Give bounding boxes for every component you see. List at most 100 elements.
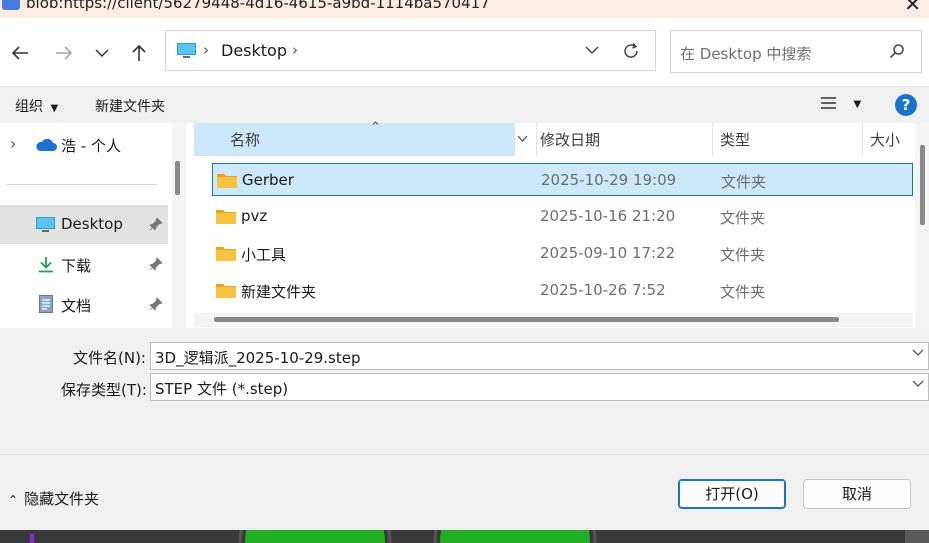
file-row-pvz[interactable]: pvz 2025-10-16 21:20 文件夹 [212, 200, 913, 233]
cancel-button[interactable]: 取消 [803, 479, 911, 509]
navigation-scrollbar[interactable] [172, 123, 186, 328]
search-icon[interactable] [889, 43, 905, 59]
sidebar-item-downloads[interactable]: 下载 [0, 245, 168, 284]
dropdown-arrow-icon: ▼ [50, 103, 59, 114]
download-arrow-icon [39, 257, 53, 273]
column-header-row: ⌃ 名称 修改日期 类型 大小 [194, 120, 913, 156]
file-list: ⌃ 名称 修改日期 类型 大小 Gerber 2025-10-29 19:09 … [186, 120, 929, 328]
scrollbar-thumb[interactable] [920, 145, 925, 225]
chevron-right-icon: › [203, 41, 209, 59]
hide-folders-toggle[interactable]: ⌃ 隐藏文件夹 [8, 488, 99, 509]
chevron-right-icon[interactable]: › [292, 41, 298, 59]
forward-button[interactable] [51, 40, 77, 66]
desktop-icon [36, 217, 55, 232]
column-header-type[interactable]: 类型 [720, 123, 750, 156]
divider [6, 184, 157, 185]
file-row-tools[interactable]: 小工具 2025-09-10 17:22 文件夹 [212, 237, 913, 270]
hide-folders-label: 隐藏文件夹 [24, 490, 100, 508]
recent-locations-button[interactable] [89, 40, 115, 66]
file-type: 文件夹 [720, 283, 766, 301]
refresh-icon[interactable] [622, 42, 640, 60]
title-bar: blob:https://client/56279448-4d16-4615-a… [0, 0, 929, 18]
help-button[interactable]: ? [895, 94, 917, 116]
arrow-up-icon [132, 44, 146, 61]
back-button[interactable] [7, 40, 33, 66]
organize-label: 组织 [15, 99, 43, 115]
onedrive-cloud-icon [36, 138, 57, 151]
chevron-down-icon[interactable] [517, 135, 528, 143]
file-type: 文件夹 [720, 246, 766, 264]
chevron-down-icon [95, 49, 109, 58]
file-type: 文件夹 [721, 173, 767, 191]
scrollbar-thumb[interactable] [175, 161, 180, 195]
chevron-down-icon[interactable] [912, 349, 924, 357]
dropdown-arrow-icon: ▼ [853, 99, 862, 110]
sidebar-item-desktop[interactable]: Desktop [0, 205, 168, 244]
filename-value[interactable]: 3D_逻辑派_2025-10-29.step [155, 347, 360, 368]
file-name: 小工具 [241, 246, 287, 264]
sidebar-item-label: Desktop [61, 215, 123, 233]
column-header-date[interactable]: 修改日期 [540, 123, 600, 156]
column-separator[interactable] [514, 123, 515, 156]
filename-input[interactable]: 3D_逻辑派_2025-10-29.step [150, 342, 929, 370]
chevron-down-icon[interactable] [912, 380, 924, 388]
file-row-new-folder[interactable]: 新建文件夹 2025-10-26 7:52 文件夹 [212, 274, 913, 307]
file-name: pvz [241, 207, 268, 225]
window-title: blob:https://client/56279448-4d16-4615-a… [26, 0, 490, 12]
file-name: Gerber [242, 171, 294, 189]
navigation-pane: › 浩 - 个人 Desktop 下载 文档 [0, 123, 186, 328]
pin-icon[interactable] [149, 297, 163, 311]
save-form: 文件名(N): 3D_逻辑派_2025-10-29.step 保存类型(T): … [0, 328, 929, 454]
document-icon [39, 295, 53, 313]
view-options-button[interactable]: ▼ [821, 97, 861, 113]
sidebar-item-onedrive[interactable]: › 浩 - 个人 [0, 125, 168, 164]
folder-icon [217, 174, 237, 188]
horizontal-scrollbar[interactable] [194, 313, 913, 327]
arrow-left-icon [11, 46, 28, 60]
column-separator[interactable] [536, 123, 537, 156]
open-button[interactable]: 打开(O) [678, 479, 786, 509]
file-row-gerber[interactable]: Gerber 2025-10-29 19:09 文件夹 [212, 163, 913, 196]
navigation-bar: › Desktop › 在 Desktop 中搜索 [0, 18, 929, 86]
folder-icon [216, 247, 236, 261]
file-date: 2025-09-10 17:22 [540, 244, 676, 262]
up-button[interactable] [126, 40, 152, 66]
scrollbar-thumb[interactable] [214, 317, 839, 322]
command-bar: 组织 ▼ 新建文件夹 ▼ ? [0, 86, 929, 124]
vertical-scrollbar[interactable] [915, 123, 929, 328]
sidebar-item-documents[interactable]: 文档 [0, 285, 168, 324]
dialog-footer: ⌃ 隐藏文件夹 打开(O) 取消 [0, 454, 929, 531]
filename-label: 文件名(N): [73, 349, 146, 367]
chevron-right-icon[interactable]: › [10, 134, 16, 153]
address-dropdown-icon[interactable] [585, 46, 599, 55]
filetype-value: STEP 文件 (*.step) [155, 380, 289, 398]
file-date: 2025-10-29 19:09 [541, 171, 677, 189]
list-view-icon [821, 97, 836, 109]
new-folder-button[interactable]: 新建文件夹 [95, 96, 165, 116]
column-header-name[interactable]: ⌃ 名称 [194, 120, 528, 156]
pin-icon[interactable] [149, 217, 163, 231]
app-icon [2, 0, 20, 10]
sort-up-icon: ⌃ [370, 120, 381, 135]
column-separator[interactable] [862, 123, 863, 156]
search-placeholder: 在 Desktop 中搜索 [680, 45, 812, 63]
address-path[interactable]: Desktop [221, 41, 287, 60]
organize-button[interactable]: 组织 ▼ [15, 96, 58, 116]
file-date: 2025-10-16 21:20 [540, 207, 676, 225]
search-box[interactable]: 在 Desktop 中搜索 [670, 30, 922, 73]
chevron-up-icon: ⌃ [8, 493, 19, 507]
close-icon[interactable]: ✕ [904, 0, 921, 16]
sidebar-item-label: 文档 [61, 297, 92, 315]
filetype-label: 保存类型(T): [61, 381, 147, 399]
sidebar-item-label: 浩 - 个人 [61, 137, 121, 155]
pin-icon[interactable] [149, 257, 163, 271]
file-date: 2025-10-26 7:52 [540, 281, 666, 299]
file-name: 新建文件夹 [241, 283, 317, 301]
folder-icon [216, 284, 236, 298]
filetype-select[interactable]: STEP 文件 (*.step) [150, 373, 929, 401]
column-separator[interactable] [712, 123, 713, 156]
sidebar-item-label: 下载 [61, 257, 92, 275]
address-bar[interactable]: › Desktop › [165, 30, 656, 71]
column-header-size[interactable]: 大小 [870, 123, 900, 156]
arrow-right-icon [56, 46, 73, 60]
